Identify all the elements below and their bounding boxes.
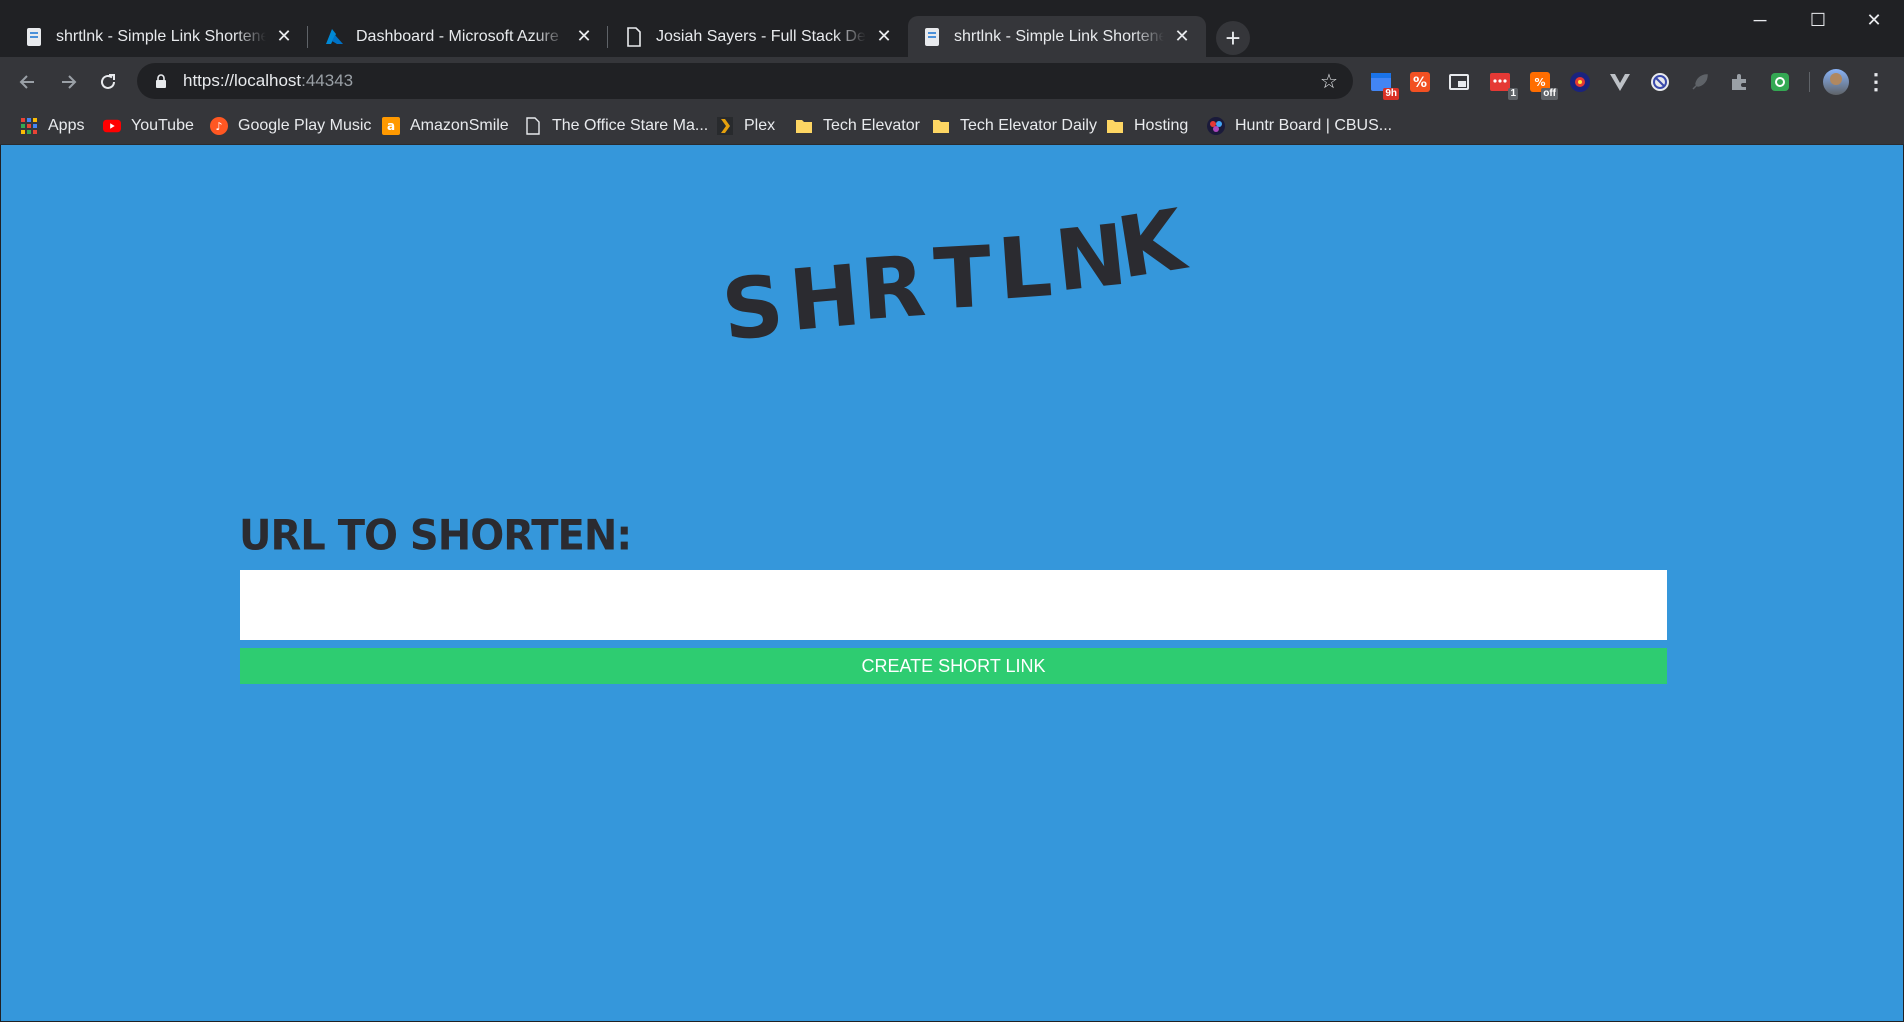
shrtlnk-logo: S H R T L N K	[718, 190, 1194, 360]
svg-text:a: a	[387, 119, 395, 133]
url-text: https://localhost:44343	[183, 71, 353, 91]
star-icon[interactable]: ☆	[1317, 69, 1341, 93]
bookmark-apps[interactable]: Apps	[20, 114, 84, 138]
close-icon[interactable]: ✕	[874, 26, 894, 47]
bookmark-label: Google Play Music	[238, 117, 372, 134]
bookmark-youtube[interactable]: YouTube	[103, 114, 194, 138]
url-field-label: URL TO SHORTEN:	[239, 511, 632, 561]
logo-letter: S	[718, 256, 788, 360]
extension-badge: 9h	[1383, 88, 1399, 100]
extension-badge: 1	[1508, 88, 1518, 100]
reload-icon	[101, 74, 115, 89]
bookmark-google-play-music[interactable]: ♪ Google Play Music	[210, 114, 371, 138]
svg-text:%: %	[1413, 75, 1427, 91]
minimize-button[interactable]: ─	[1732, 0, 1788, 40]
logo-letter: H	[786, 246, 865, 350]
play-music-icon: ♪	[210, 117, 228, 135]
browser-toolbar: https://localhost:44343 ☆ 9h % 1 % off ⋮	[0, 57, 1904, 107]
puzzle-extension-icon[interactable]	[1728, 70, 1752, 94]
coupon-extension-icon[interactable]: % off	[1528, 70, 1558, 100]
percent-extension-icon[interactable]: %	[1408, 70, 1432, 94]
bookmark-label: The Office Stare Ma...	[552, 117, 709, 134]
bookmark-label: YouTube	[131, 117, 194, 134]
avatar[interactable]	[1823, 69, 1849, 95]
bookmark-tech-elevator[interactable]: Tech Elevator	[795, 114, 920, 138]
document-icon	[524, 117, 542, 135]
bookmark-huntr-board[interactable]: Huntr Board | CBUS...	[1207, 114, 1392, 138]
page-icon	[24, 27, 44, 47]
close-icon[interactable]: ✕	[1172, 26, 1192, 47]
huntr-icon	[1207, 117, 1225, 135]
azure-icon	[324, 27, 344, 47]
bookmark-tech-elevator-daily[interactable]: Tech Elevator Daily	[932, 114, 1097, 138]
folder-icon	[795, 117, 813, 135]
tab-title: Josiah Sayers - Full Stack Develop	[656, 27, 866, 45]
tab-title: shrtlnk - Simple Link Shortener -	[56, 27, 266, 45]
tab-josiah[interactable]: Josiah Sayers - Full Stack Develop ✕	[610, 16, 908, 57]
toolbar-divider	[1809, 72, 1810, 92]
bookmark-hosting[interactable]: Hosting	[1106, 114, 1188, 138]
forward-button[interactable]	[51, 65, 85, 99]
bookmark-label: Plex	[744, 117, 776, 134]
bookmark-office-stare[interactable]: The Office Stare Ma...	[524, 114, 708, 138]
tab-title: Dashboard - Microsoft Azure	[356, 27, 559, 45]
document-icon	[624, 26, 644, 47]
block-extension-icon[interactable]	[1648, 70, 1672, 94]
url-host: https://localhost	[183, 71, 302, 90]
gear-extension-icon[interactable]	[1768, 70, 1792, 94]
lock-icon	[153, 73, 169, 89]
tab-shrtlnk-1[interactable]: shrtlnk - Simple Link Shortener - ✕	[10, 16, 308, 57]
bookmark-amazonsmile[interactable]: a AmazonSmile	[382, 114, 509, 138]
bookmark-label: Hosting	[1134, 117, 1189, 134]
todo-extension-icon[interactable]: 1	[1488, 70, 1518, 100]
reload-button[interactable]	[91, 65, 125, 99]
bookmark-label: Tech Elevator	[823, 117, 920, 134]
bookmarks-bar: Apps YouTube ♪ Google Play Music a Amazo…	[0, 107, 1904, 145]
close-window-button[interactable]: ✕	[1846, 0, 1902, 40]
apps-grid-icon	[20, 117, 38, 135]
globe-extension-icon[interactable]	[1568, 70, 1592, 94]
tab-shrtlnk-active[interactable]: shrtlnk - Simple Link Shortener - ✕	[908, 16, 1206, 57]
rocket-extension-icon[interactable]	[1688, 70, 1712, 94]
calendar-extension-icon[interactable]: 9h	[1369, 70, 1399, 100]
new-tab-button[interactable]: +	[1216, 21, 1250, 55]
bookmark-label: Huntr Board | CBUS...	[1235, 117, 1393, 134]
folder-icon	[1106, 117, 1124, 135]
logo-letter: T	[932, 228, 994, 329]
url-input[interactable]	[240, 570, 1667, 640]
url-port: :44343	[301, 71, 354, 90]
plex-icon	[716, 117, 734, 135]
logo-letter: K	[1111, 190, 1193, 297]
arrow-right-icon	[62, 75, 77, 89]
folder-icon	[932, 117, 950, 135]
address-bar[interactable]: https://localhost:44343 ☆	[137, 63, 1353, 99]
back-button[interactable]	[11, 65, 45, 99]
close-icon[interactable]: ✕	[274, 26, 294, 47]
tab-strip: shrtlnk - Simple Link Shortener - ✕ Dash…	[0, 0, 1904, 57]
tab-title: shrtlnk - Simple Link Shortener -	[954, 27, 1164, 45]
logo-letter: L	[995, 217, 1055, 318]
amazon-icon: a	[382, 117, 400, 135]
picture-in-picture-icon[interactable]	[1447, 70, 1471, 94]
page-content: S H R T L N K URL TO SHORTEN: CREATE SHO…	[0, 145, 1904, 1022]
arrow-left-icon	[19, 75, 34, 89]
kebab-menu-icon[interactable]: ⋮	[1864, 67, 1888, 97]
logo-letter: R	[857, 237, 928, 339]
youtube-icon	[103, 117, 121, 135]
vue-devtools-icon[interactable]	[1608, 70, 1632, 94]
close-icon[interactable]: ✕	[574, 26, 594, 47]
bookmark-label: Tech Elevator Daily	[960, 117, 1097, 134]
maximize-button[interactable]: ☐	[1790, 0, 1846, 40]
extension-badge: off	[1541, 88, 1558, 100]
create-short-link-button[interactable]: CREATE SHORT LINK	[240, 648, 1667, 684]
tab-azure[interactable]: Dashboard - Microsoft Azure ✕	[310, 16, 608, 57]
bookmark-plex[interactable]: Plex	[716, 114, 775, 138]
page-icon	[922, 27, 942, 47]
bookmark-label: Apps	[48, 117, 85, 134]
svg-text:♪: ♪	[215, 120, 222, 133]
bookmark-label: AmazonSmile	[410, 117, 509, 134]
